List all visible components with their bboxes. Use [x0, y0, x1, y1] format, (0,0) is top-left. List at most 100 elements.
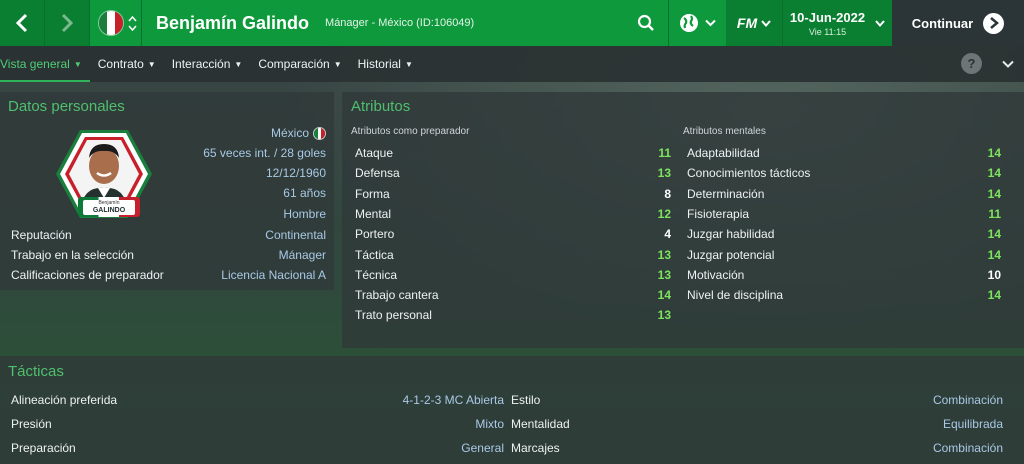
tactics-title: Tácticas — [8, 363, 64, 380]
attribute-label: Portero — [355, 227, 395, 242]
attribute-row[interactable]: Portero 4 — [355, 224, 671, 244]
attribute-label: Mental — [355, 206, 392, 221]
chevron-down-icon: ▼ — [234, 59, 243, 69]
tab-label: Comparación — [258, 57, 330, 71]
tactic-value: Combinación — [932, 441, 1003, 455]
nationality-value[interactable]: México — [271, 123, 326, 143]
tab-vista-general[interactable]: Vista general ▼ — [0, 46, 90, 82]
attribute-label: Técnica — [355, 267, 398, 282]
coach-attributes-heading: Atributos como preparador — [351, 126, 470, 137]
attribute-value: 10 — [987, 267, 1001, 282]
attribute-row[interactable]: Forma 8 — [355, 184, 671, 204]
attribute-label: Determinación — [687, 186, 765, 201]
tab-historial[interactable]: Historial ▼ — [350, 46, 421, 82]
attribute-row[interactable]: Adaptabilidad 14 — [687, 143, 1001, 163]
page-subtitle: Mánager - México (ID:106049) — [325, 17, 475, 29]
tactic-row: Mentalidad Equilibrada — [511, 414, 1003, 434]
attribute-value: 8 — [664, 186, 671, 201]
tactic-row: Alineación preferida 4-1-2-3 MC Abierta — [11, 390, 504, 410]
tab-interaccion[interactable]: Interacción ▼ — [164, 46, 251, 82]
nationality-text: México — [270, 126, 309, 140]
attribute-row[interactable]: Determinación 14 — [687, 184, 1001, 204]
arrow-right-icon — [983, 12, 1005, 34]
more-options-button[interactable] — [996, 46, 1020, 82]
nationality-row: México — [220, 123, 326, 143]
attribute-value: 14 — [987, 227, 1001, 242]
fm-menu-button[interactable]: FM — [726, 0, 782, 46]
tactic-row: Presión Mixto — [11, 414, 504, 434]
personal-title: Datos personales — [8, 98, 125, 115]
attribute-label: Trato personal — [355, 308, 432, 323]
back-button[interactable] — [0, 0, 45, 46]
tactic-label: Mentalidad — [511, 417, 570, 431]
badge-last-name: GALINDO — [92, 207, 126, 214]
badge-first-name: Benjamín — [98, 200, 120, 206]
title-area: Benjamín Galindo Mánager - México (ID:10… — [142, 0, 624, 46]
attribute-label: Juzgar habilidad — [687, 227, 775, 242]
tactic-label: Presión — [11, 417, 52, 431]
page-title: Benjamín Galindo — [156, 12, 310, 33]
attribute-row[interactable]: Nivel de disciplina 14 — [687, 285, 1001, 305]
coaching-badges-row: Calificaciones de preparador Licencia Na… — [11, 265, 326, 285]
attribute-label: Motivación — [687, 267, 745, 282]
tactic-label: Alineación preferida — [11, 393, 118, 407]
attribute-row[interactable]: Juzgar potencial 14 — [687, 245, 1001, 265]
chevron-down-icon — [1002, 60, 1014, 68]
tactic-row: Estilo Combinación — [511, 390, 1003, 410]
attribute-row[interactable]: Juzgar habilidad 14 — [687, 224, 1001, 244]
help-icon[interactable]: ? — [961, 53, 982, 74]
attribute-value: 14 — [987, 146, 1001, 160]
attribute-label: Conocimientos tácticos — [687, 166, 811, 181]
birthdate-value: 12/12/1960 — [265, 166, 326, 180]
tactic-value: Combinación — [932, 393, 1003, 407]
attribute-value: 14 — [657, 288, 671, 303]
attribute-row[interactable]: Motivación 10 — [687, 265, 1001, 285]
attribute-row[interactable]: Táctica 13 — [355, 245, 671, 265]
attribute-label: Juzgar potencial — [687, 247, 775, 262]
row-value[interactable]: Mánager — [279, 248, 326, 262]
search-button[interactable] — [624, 0, 668, 46]
attribute-label: Defensa — [355, 166, 400, 181]
attribute-value: 14 — [987, 166, 1001, 181]
chevron-down-icon: ▼ — [404, 59, 413, 69]
chevron-left-icon — [15, 13, 28, 33]
top-bar: Benjamín Galindo Mánager - México (ID:10… — [0, 0, 1024, 46]
nation-switcher[interactable] — [90, 0, 142, 46]
attribute-row[interactable]: Mental 12 — [355, 204, 671, 224]
caps-value[interactable]: 65 veces int. / 28 goles — [203, 143, 326, 163]
chevron-right-icon — [61, 13, 74, 33]
attribute-value: 13 — [657, 267, 671, 282]
globe-icon — [680, 14, 698, 32]
attribute-label: Nivel de disciplina — [687, 288, 784, 303]
row-value: Continental — [265, 228, 326, 242]
attributes-title: Atributos — [351, 98, 411, 115]
row-label: Reputación — [11, 228, 72, 242]
attribute-row[interactable]: Trato personal 13 — [355, 305, 671, 325]
row-value: Licencia Nacional A — [221, 268, 326, 282]
mexico-flag-icon — [98, 10, 124, 36]
personal-panel: Datos personales México 65 veces int. / … — [0, 92, 334, 290]
continue-button[interactable]: Continuar — [892, 0, 1024, 46]
row-label: Trabajo en la selección — [11, 248, 134, 262]
tactic-value: Equilibrada — [942, 417, 1003, 431]
attribute-row[interactable]: Fisioterapia 11 — [687, 204, 1001, 224]
tab-contrato[interactable]: Contrato ▼ — [90, 46, 164, 82]
attribute-row[interactable]: Ataque 11 — [355, 143, 671, 163]
forward-button[interactable] — [45, 0, 90, 46]
attribute-label: Fisioterapia — [687, 206, 750, 221]
attribute-value: 11 — [988, 206, 1001, 221]
world-menu-button[interactable] — [668, 0, 726, 46]
date-button[interactable]: 10-Jun-2022 Vie 11:15 — [782, 0, 892, 46]
attribute-value: 13 — [657, 308, 671, 323]
attribute-row[interactable]: Defensa 13 — [355, 163, 671, 183]
sub-navigation: Vista general ▼ Contrato ▼ Interacción ▼ Co… — [0, 46, 1024, 82]
tab-label: Contrato — [97, 57, 144, 71]
tab-comparacion[interactable]: Comparación ▼ — [250, 46, 349, 82]
fm-logo: FM — [736, 15, 758, 31]
age-value: 61 años — [283, 186, 326, 200]
attribute-row[interactable]: Trabajo cantera 14 — [355, 285, 671, 305]
attribute-row[interactable]: Técnica 13 — [355, 265, 671, 285]
attribute-label: Ataque — [355, 146, 394, 160]
attribute-row[interactable]: Conocimientos tácticos 14 — [687, 163, 1001, 183]
chevron-down-icon — [875, 19, 885, 27]
